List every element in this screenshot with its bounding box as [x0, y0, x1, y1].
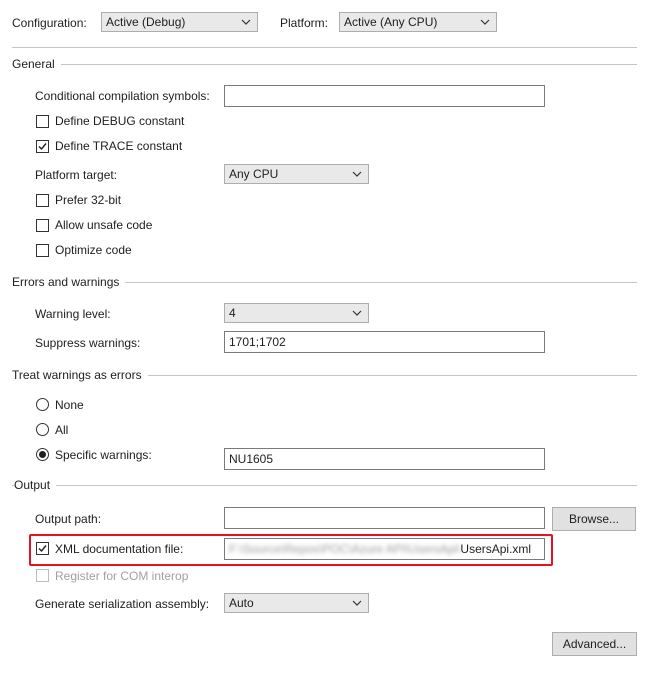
- platform-label: Platform:: [280, 16, 329, 30]
- warning-level-label: Warning level:: [35, 307, 111, 321]
- platform-target-value: Any CPU: [229, 167, 279, 181]
- suppress-warnings-input[interactable]: 1701;1702: [224, 331, 545, 353]
- treat-none-label: None: [55, 398, 84, 412]
- define-debug-label: Define DEBUG constant: [55, 114, 185, 128]
- serialization-dropdown[interactable]: Auto: [224, 593, 369, 613]
- configuration-label: Configuration:: [12, 16, 87, 30]
- header-divider: [12, 47, 637, 48]
- warning-level-value: 4: [229, 306, 236, 320]
- xml-doc-path-obscured: F:\Source\Repos\POC\Azure API\UsersApi\: [229, 542, 461, 556]
- treat-all-radio[interactable]: [36, 423, 49, 436]
- warning-level-dropdown[interactable]: 4: [224, 303, 369, 323]
- general-rule: [12, 64, 637, 65]
- treat-specific-radio[interactable]: [36, 448, 49, 461]
- treat-none-radio[interactable]: [36, 398, 49, 411]
- prefer32-label: Prefer 32-bit: [55, 193, 122, 207]
- platform-target-dropdown[interactable]: Any CPU: [224, 164, 369, 184]
- checkmark-icon: [38, 143, 47, 151]
- general-section-title: General: [12, 57, 61, 71]
- treat-section-title: Treat warnings as errors: [12, 368, 148, 382]
- define-trace-checkbox[interactable]: [36, 140, 49, 153]
- chevron-down-icon: [241, 19, 251, 25]
- xml-doc-path-input[interactable]: F:\Source\Repos\POC\Azure API\UsersApi\U…: [224, 538, 545, 560]
- allow-unsafe-checkbox[interactable]: [36, 219, 49, 232]
- output-rule: [12, 485, 637, 486]
- platform-value: Active (Any CPU): [344, 15, 438, 29]
- chevron-down-icon: [480, 19, 490, 25]
- allow-unsafe-label: Allow unsafe code: [55, 218, 153, 232]
- output-path-input[interactable]: [224, 507, 545, 529]
- output-path-label: Output path:: [35, 512, 102, 526]
- conditional-symbols-label: Conditional compilation symbols:: [35, 89, 210, 103]
- serialization-value: Auto: [229, 596, 254, 610]
- conditional-symbols-input[interactable]: [224, 85, 545, 107]
- xml-doc-filename: UsersApi.xml: [460, 542, 532, 556]
- configuration-dropdown[interactable]: Active (Debug): [101, 12, 258, 32]
- com-interop-checkbox[interactable]: [36, 569, 49, 582]
- xml-doc-checkbox[interactable]: [36, 542, 49, 555]
- advanced-button[interactable]: Advanced...: [552, 632, 637, 656]
- optimize-code-checkbox[interactable]: [36, 244, 49, 257]
- configuration-value: Active (Debug): [106, 15, 186, 29]
- com-interop-label: Register for COM interop: [55, 569, 189, 583]
- chevron-down-icon: [352, 171, 362, 177]
- errors-section-title: Errors and warnings: [12, 275, 126, 289]
- prefer32-checkbox[interactable]: [36, 194, 49, 207]
- define-debug-checkbox[interactable]: [36, 115, 49, 128]
- platform-dropdown[interactable]: Active (Any CPU): [339, 12, 497, 32]
- treat-all-label: All: [55, 423, 69, 437]
- platform-target-label: Platform target:: [35, 168, 118, 182]
- treat-specific-label: Specific warnings:: [55, 448, 152, 462]
- browse-button[interactable]: Browse...: [552, 507, 636, 531]
- output-section-title: Output: [14, 478, 57, 492]
- checkmark-icon: [38, 545, 47, 553]
- suppress-warnings-label: Suppress warnings:: [35, 336, 141, 350]
- define-trace-label: Define TRACE constant: [55, 139, 183, 153]
- xml-doc-label: XML documentation file:: [55, 542, 184, 556]
- optimize-code-label: Optimize code: [55, 243, 132, 257]
- chevron-down-icon: [352, 600, 362, 606]
- serialization-label: Generate serialization assembly:: [35, 597, 210, 611]
- radio-selected-dot: [39, 451, 46, 458]
- chevron-down-icon: [352, 310, 362, 316]
- specific-warnings-input[interactable]: NU1605: [224, 448, 545, 470]
